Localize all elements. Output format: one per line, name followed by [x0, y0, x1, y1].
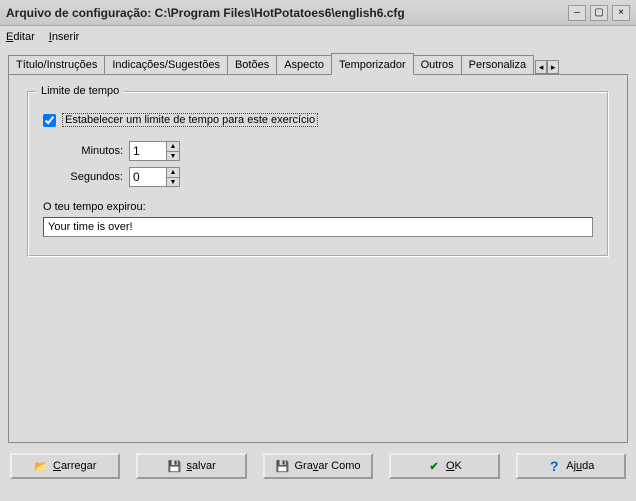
- tab-scroll: ◂ ▸: [535, 60, 559, 74]
- tab-hints[interactable]: Indicações/Sugestões: [104, 55, 228, 74]
- help-button[interactable]: ? Ajuda: [516, 453, 626, 479]
- tab-appearance[interactable]: Aspecto: [276, 55, 332, 74]
- seconds-down[interactable]: ▼: [166, 177, 180, 187]
- time-limit-legend: Limite de tempo: [37, 85, 123, 97]
- set-limit-checkbox[interactable]: [43, 114, 56, 127]
- seconds-label: Segundos:: [43, 171, 129, 183]
- tab-others[interactable]: Outros: [413, 55, 462, 74]
- tab-title-instructions[interactable]: Título/Instruções: [8, 55, 105, 74]
- seconds-up[interactable]: ▲: [166, 167, 180, 177]
- set-limit-row: Estabelecer um limite de tempo para este…: [43, 113, 593, 127]
- content-area: Título/Instruções Indicações/Sugestões B…: [0, 48, 636, 487]
- tab-buttons[interactable]: Botões: [227, 55, 277, 74]
- tab-scroll-right[interactable]: ▸: [547, 60, 559, 74]
- floppy-disk-icon: 💾: [276, 459, 290, 473]
- help-label: Ajuda: [566, 460, 594, 472]
- set-limit-label[interactable]: Estabelecer um limite de tempo para este…: [62, 113, 318, 127]
- seconds-input[interactable]: [129, 167, 167, 187]
- check-icon: ✔: [427, 459, 441, 473]
- save-button[interactable]: 💾 salvar: [136, 453, 246, 479]
- minutes-spinner: ▲ ▼: [129, 141, 180, 161]
- save-as-button[interactable]: 💾 Gravar Como: [263, 453, 373, 479]
- close-button[interactable]: ×: [612, 5, 630, 21]
- maximize-button[interactable]: ▢: [590, 5, 608, 21]
- time-limit-group: Limite de tempo Estabelecer um limite de…: [27, 91, 609, 257]
- minutes-row: Minutos: ▲ ▼: [43, 141, 593, 161]
- button-bar: 📂 Carregar 💾 salvar 💾 Gravar Como ✔ OK ?…: [8, 453, 628, 479]
- tab-scroll-left[interactable]: ◂: [535, 60, 547, 74]
- menu-insert[interactable]: Inserir: [49, 31, 80, 43]
- seconds-spinner: ▲ ▼: [129, 167, 180, 187]
- seconds-row: Segundos: ▲ ▼: [43, 167, 593, 187]
- load-button[interactable]: 📂 Carregar: [10, 453, 120, 479]
- tab-panel-timer: Limite de tempo Estabelecer um limite de…: [8, 75, 628, 443]
- tab-customize[interactable]: Personaliza: [461, 55, 534, 74]
- menu-edit[interactable]: Editar: [6, 31, 35, 43]
- tab-strip: Título/Instruções Indicações/Sugestões B…: [8, 52, 628, 75]
- menu-bar: Editar Inserir: [0, 26, 636, 48]
- minutes-input[interactable]: [129, 141, 167, 161]
- tab-timer[interactable]: Temporizador: [331, 53, 414, 75]
- expired-input[interactable]: [43, 217, 593, 237]
- minutes-down[interactable]: ▼: [166, 151, 180, 161]
- save-label: alvar: [192, 460, 216, 472]
- question-icon: ?: [547, 459, 561, 473]
- title-bar: Arquivo de configuração: C:\Program File…: [0, 0, 636, 26]
- window-title: Arquivo de configuração: C:\Program File…: [6, 6, 568, 20]
- ok-button[interactable]: ✔ OK: [389, 453, 499, 479]
- minutes-up[interactable]: ▲: [166, 141, 180, 151]
- window-buttons: – ▢ ×: [568, 5, 630, 21]
- expired-label: O teu tempo expirou:: [43, 201, 593, 213]
- load-label: arregar: [61, 460, 96, 472]
- minimize-button[interactable]: –: [568, 5, 586, 21]
- floppy-disk-icon: 💾: [167, 459, 181, 473]
- minutes-label: Minutos:: [43, 145, 129, 157]
- folder-open-icon: 📂: [34, 459, 48, 473]
